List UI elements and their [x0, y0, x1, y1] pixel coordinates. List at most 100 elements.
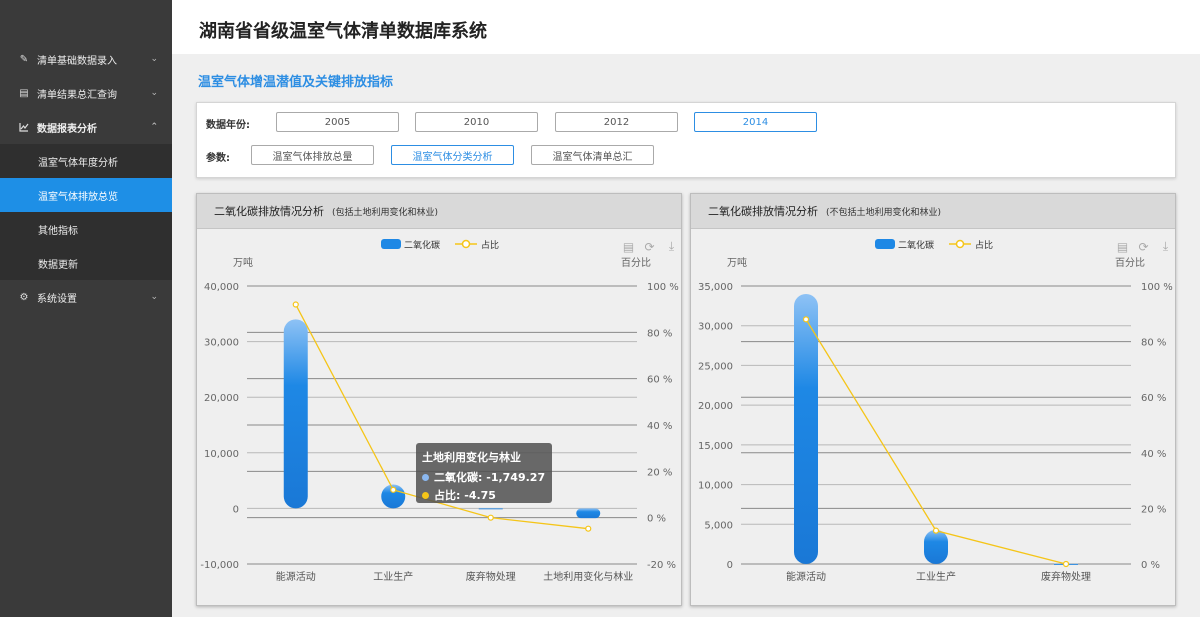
y-right-tick-label: -20 %	[647, 560, 676, 571]
chart-legend: 二氧化碳 占比	[381, 239, 499, 251]
x-tick-label: 土地利用变化与林业	[543, 570, 633, 583]
x-tick-label: 废弃物处理	[1041, 570, 1091, 583]
year-button-2012[interactable]: 2012	[555, 112, 678, 132]
sidebar-subitem-label: 温室气体排放总览	[38, 191, 118, 203]
chart-panel-header: 二氧化碳排放情况分析 (不包括土地利用变化和林业)	[691, 194, 1175, 229]
bar	[283, 319, 308, 509]
sidebar-item-settings[interactable]: ⚙ 系统设置 ⌄	[0, 280, 172, 314]
y-right-tick-label: 80 %	[1141, 338, 1166, 349]
year-button-2014[interactable]: 2014	[694, 112, 817, 132]
chart-legend: 二氧化碳 占比	[875, 239, 993, 251]
y-tick-label: 30,000	[698, 322, 733, 333]
section-title: 温室气体增温潜值及关键排放指标	[198, 75, 394, 90]
tooltip-row-co2: 二氧化碳: -1,749.27	[422, 469, 546, 485]
y-right-axis-label: 百分比	[1115, 257, 1145, 269]
sidebar-item-label: 清单基础数据录入	[37, 55, 117, 67]
chart-subtitle: (不包括土地利用变化和林业)	[826, 207, 942, 218]
sidebar-subitem-label: 数据更新	[38, 259, 78, 271]
y-tick-label: 0	[233, 504, 239, 515]
param-button-category[interactable]: 温室气体分类分析	[391, 145, 514, 165]
y-axis-label: 万吨	[233, 256, 253, 269]
line-point	[292, 301, 299, 308]
chart-title: 二氧化碳排放情况分析	[214, 205, 324, 218]
tooltip-dot-icon	[422, 491, 429, 499]
y-tick-label: 0	[727, 560, 733, 571]
y-right-tick-label: 20 %	[1141, 504, 1166, 515]
param-button-total[interactable]: 温室气体排放总量	[251, 145, 374, 165]
filter-panel: 数据年份: 2005 2010 2012 2014 参数: 温室气体排放总量 温…	[196, 102, 1176, 178]
chart-excl-lulucf: 0 5,000 10,000 15,000 20,000 25,000 30,000 35,0…	[698, 239, 1173, 583]
y-right-tick-label: 0 %	[647, 514, 666, 525]
chevron-down-icon: ⌄	[150, 54, 158, 64]
x-tick-label: 废弃物处理	[466, 570, 516, 583]
legend-line-marker	[955, 239, 965, 249]
y-tick-label: 30,000	[204, 338, 239, 349]
chart-title: 二氧化碳排放情况分析	[708, 205, 818, 218]
y-tick-label: 40,000	[204, 282, 239, 293]
y-tick-label: 5,000	[704, 520, 733, 531]
param-button-inventory[interactable]: 温室气体清单总汇	[531, 145, 654, 165]
legend-bar-label: 二氧化碳	[898, 239, 934, 251]
sidebar-item-result-query[interactable]: ▤ 清单结果总汇查询 ⌄	[0, 76, 172, 110]
y-right-tick-label: 80 %	[647, 328, 672, 339]
tooltip-title: 土地利用变化与林业	[422, 451, 521, 464]
y-right-tick-label: 40 %	[647, 421, 672, 432]
gear-icon: ⚙	[19, 291, 29, 303]
year-button-2010[interactable]: 2010	[415, 112, 538, 132]
x-tick-label: 能源活动	[276, 570, 316, 583]
tooltip-dot-icon	[422, 473, 429, 481]
line-point	[802, 316, 810, 323]
y-tick-label: 25,000	[698, 361, 733, 372]
header: 湖南省省级温室气体清单数据库系统	[172, 0, 1200, 54]
sidebar-subitem-annual-analysis[interactable]: 温室气体年度分析	[0, 144, 172, 178]
line-point	[390, 486, 397, 493]
y-right-axis-label: 百分比	[621, 257, 651, 269]
sidebar-subitem-data-update[interactable]: 数据更新	[0, 246, 172, 280]
bar	[924, 529, 948, 564]
sidebar-item-report-analysis[interactable]: 数据报表分析 ⌃	[0, 110, 172, 144]
tooltip-label: 占比:	[434, 489, 461, 502]
tooltip-row-share: 占比: -4.75	[422, 487, 546, 503]
x-tick-label: 能源活动	[786, 570, 826, 583]
pencil-icon: ✎	[19, 53, 29, 65]
y-right-tick-label: 100 %	[1141, 282, 1173, 293]
line-point	[1062, 560, 1070, 568]
app-title: 湖南省省级温室气体清单数据库系统	[199, 21, 487, 42]
x-tick-label: 工业生产	[373, 570, 413, 583]
sidebar-subitem-emission-overview[interactable]: 温室气体排放总览	[0, 178, 172, 212]
y-right-tick-label: 100 %	[647, 282, 679, 293]
year-button-2005[interactable]: 2005	[276, 112, 399, 132]
y-axis-label: 万吨	[727, 256, 747, 269]
legend-line-label: 占比	[975, 239, 993, 251]
y-right-tick-label: 40 %	[1141, 449, 1166, 460]
chart-panel-header: 二氧化碳排放情况分析 (包括土地利用变化和林业)	[197, 194, 681, 229]
document-icon: ▤	[19, 87, 29, 99]
y-right-tick-label: 20 %	[647, 467, 672, 478]
bar	[478, 508, 503, 510]
chart-tooltip: 土地利用变化与林业 二氧化碳: -1,749.27 占比: -4.75	[416, 443, 552, 503]
legend-bar-label: 二氧化碳	[404, 239, 440, 251]
chevron-down-icon: ⌄	[150, 292, 158, 302]
y-tick-label: 20,000	[698, 401, 733, 412]
tooltip-label: 二氧化碳:	[434, 471, 483, 484]
legend-bar-swatch	[381, 239, 401, 249]
year-label: 数据年份:	[206, 120, 250, 131]
tooltip-value: -4.75	[464, 488, 496, 502]
bar	[794, 293, 818, 564]
chart-panel-excl-lulucf: 二氧化碳排放情况分析 (不包括土地利用变化和林业) ▤ ⟳ ⤓ 0 5,000 10…	[690, 193, 1176, 606]
chart-panel-incl-lulucf: 二氧化碳排放情况分析 (包括土地利用变化和林业) ▤ ⟳ ⤓ -10,000 0 1…	[196, 193, 682, 606]
y-right-tick-label: 0 %	[1141, 560, 1160, 571]
y-tick-label: 10,000	[204, 449, 239, 460]
line-point	[487, 514, 494, 521]
line-point	[932, 527, 940, 534]
legend-bar-swatch	[875, 239, 895, 249]
sidebar-subitem-other-indicators[interactable]: 其他指标	[0, 212, 172, 246]
sidebar-item-data-entry[interactable]: ✎ 清单基础数据录入 ⌄	[0, 42, 172, 76]
y-right-tick-label: 60 %	[1141, 393, 1166, 404]
y-tick-label: 20,000	[204, 393, 239, 404]
y-tick-label: 10,000	[698, 481, 733, 492]
x-tick-label: 工业生产	[916, 570, 956, 583]
legend-line-label: 占比	[481, 239, 499, 251]
bar	[576, 508, 601, 519]
sidebar-subitem-label: 温室气体年度分析	[38, 157, 118, 169]
